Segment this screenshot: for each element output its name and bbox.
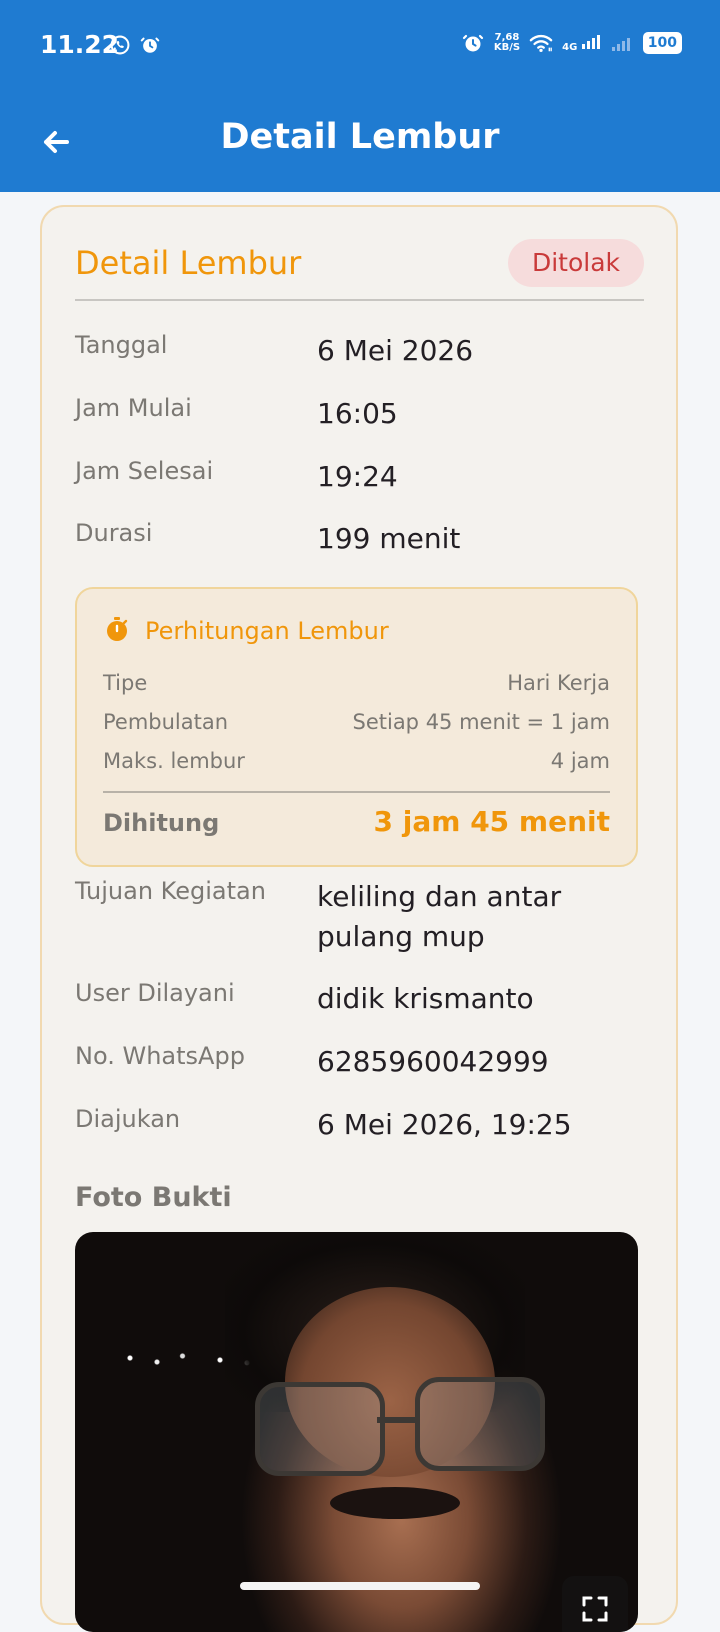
calculation-label: Tipe bbox=[103, 671, 148, 695]
detail-value: didik krismanto bbox=[317, 982, 534, 1015]
detail-value: keliling dan antar pulang mup bbox=[317, 880, 562, 953]
stopwatch-icon bbox=[103, 615, 131, 647]
calculation-value: Setiap 45 menit = 1 jam bbox=[352, 710, 611, 734]
status-left-icons bbox=[108, 33, 162, 57]
battery-level: 100 bbox=[647, 35, 677, 51]
photo-glasses-left bbox=[255, 1382, 385, 1476]
detail-label: Jam Selesai bbox=[75, 457, 214, 485]
fullscreen-icon bbox=[582, 1596, 608, 1622]
whatsapp-icon bbox=[108, 33, 132, 57]
network-type: 4G bbox=[562, 41, 578, 53]
detail-label: Jam Mulai bbox=[75, 394, 192, 422]
calculated-total-label: Dihitung bbox=[103, 809, 220, 837]
header-divider bbox=[75, 299, 644, 301]
expand-photo-button[interactable] bbox=[562, 1576, 628, 1632]
alarm-clock-icon bbox=[138, 33, 162, 57]
4g-signal-icon: 4G bbox=[562, 34, 601, 53]
card-title: Detail Lembur bbox=[75, 244, 302, 282]
overtime-calculation-panel: Perhitungan Lembur Tipe Hari Kerja Pembu… bbox=[75, 587, 638, 867]
detail-label: Durasi bbox=[75, 519, 153, 547]
calculation-value: 4 jam bbox=[550, 749, 610, 773]
detail-label: No. WhatsApp bbox=[75, 1042, 245, 1070]
photo-mustache bbox=[330, 1487, 460, 1519]
calculation-label: Maks. lembur bbox=[103, 749, 245, 773]
alarm-clock-icon bbox=[461, 31, 485, 55]
status-badge: Ditolak bbox=[507, 239, 644, 287]
network-speed-indicator: 7,68 KB/S bbox=[494, 33, 520, 53]
detail-label: Diajukan bbox=[75, 1105, 181, 1133]
detail-value: 19:24 bbox=[317, 460, 398, 493]
calculation-divider bbox=[103, 791, 610, 793]
detail-value: 199 menit bbox=[317, 522, 461, 555]
calculation-value: Hari Kerja bbox=[507, 671, 610, 695]
wifi-icon bbox=[529, 31, 553, 55]
calculation-header: Perhitungan Lembur bbox=[103, 615, 389, 647]
gesture-navigation-bar[interactable] bbox=[240, 1582, 480, 1590]
page-title: Detail Lembur bbox=[220, 117, 500, 157]
calculation-title: Perhitungan Lembur bbox=[145, 617, 389, 645]
photo-glasses-right bbox=[415, 1377, 545, 1471]
photo-glasses-bridge bbox=[377, 1417, 417, 1423]
photo-section-title: Foto Bukti bbox=[75, 1182, 232, 1213]
overtime-detail-card: Detail Lembur Ditolak Tanggal 6 Mei 2026… bbox=[40, 205, 678, 1632]
signal-bars-icon bbox=[610, 31, 634, 55]
detail-label: Tanggal bbox=[75, 331, 168, 359]
evidence-photo[interactable] bbox=[75, 1232, 638, 1632]
detail-label: User Dilayani bbox=[75, 979, 235, 1007]
app-bar: Detail Lembur bbox=[0, 92, 720, 192]
status-right-icons: 7,68 KB/S 4G 100 bbox=[461, 31, 682, 55]
detail-value: 6 Mei 2026 bbox=[317, 334, 474, 367]
detail-value: 6285960042999 bbox=[317, 1045, 549, 1078]
calculated-total-value: 3 jam 45 menit bbox=[373, 805, 610, 838]
calculation-label: Pembulatan bbox=[103, 710, 229, 734]
status-bar: 11.22 7,68 KB/S 4G 100 bbox=[0, 0, 720, 92]
battery-icon: 100 bbox=[642, 32, 682, 54]
detail-value: 16:05 bbox=[317, 397, 398, 430]
detail-value: 6 Mei 2026, 19:25 bbox=[317, 1108, 572, 1141]
detail-label: Tujuan Kegiatan bbox=[75, 877, 266, 905]
network-speed-unit: KB/S bbox=[493, 42, 521, 53]
